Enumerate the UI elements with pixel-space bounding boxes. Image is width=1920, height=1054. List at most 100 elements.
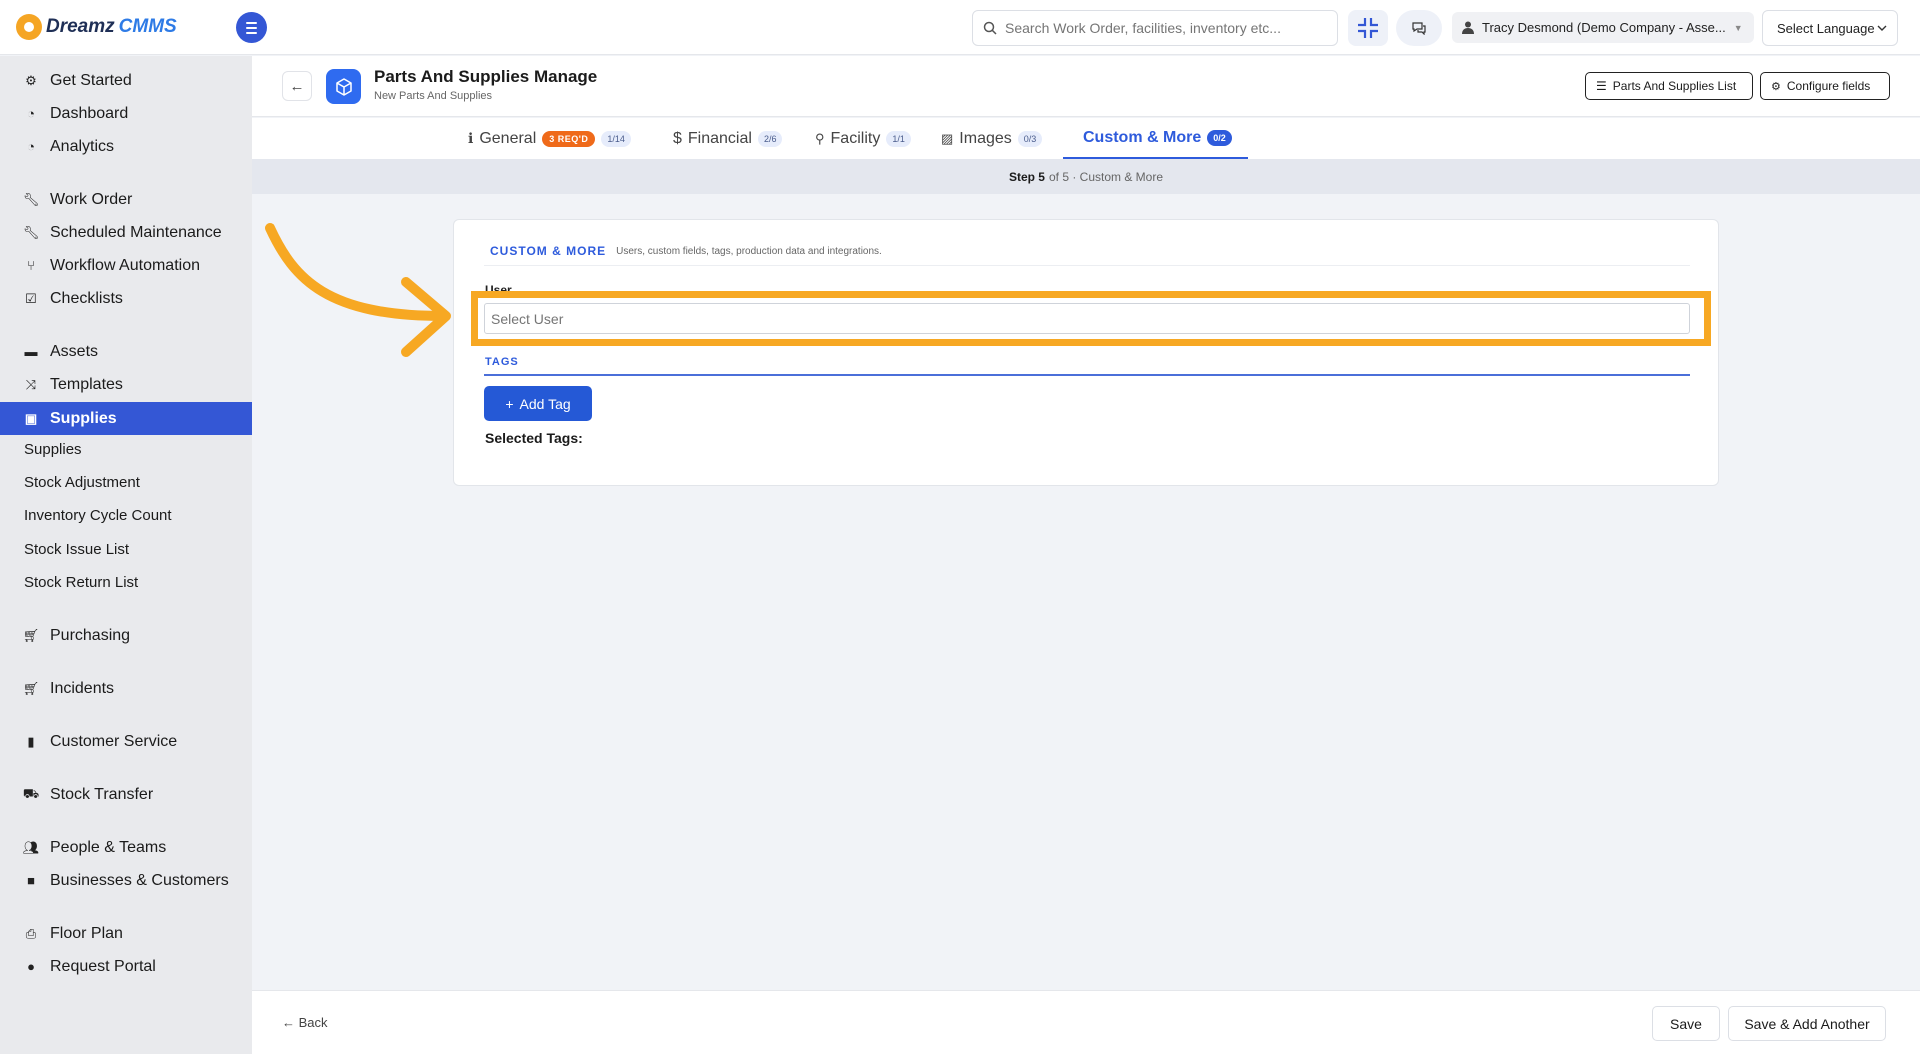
sidebar-item-customer-service[interactable]: ▮ Customer Service	[0, 725, 252, 758]
search-input[interactable]	[1005, 20, 1325, 36]
gears-icon: ⚙	[25, 72, 37, 88]
chat-icon	[1412, 22, 1426, 35]
sidebar-item-label: Workflow Automation	[50, 256, 200, 274]
sidebar-item-incidents[interactable]: 🛒︎ Incidents	[0, 672, 252, 705]
back-arrow-button[interactable]: ←	[282, 71, 312, 101]
sidebar-subitem-stock-adjustment[interactable]: Stock Adjustment	[0, 466, 252, 499]
tab-label: Financial	[687, 129, 752, 147]
sidebar-item-label: Stock Issue List	[24, 541, 130, 558]
dashboard-icon: ◔	[27, 106, 35, 121]
sidebar-item-label: People & Teams	[50, 838, 167, 856]
sidebar-item-workflow-automation[interactable]: ⑂ Workflow Automation	[0, 249, 252, 282]
tags-heading: TAGS	[485, 356, 519, 368]
sidebar-item-label: Get Started	[50, 71, 132, 89]
checkbox-icon: ☑	[25, 290, 37, 306]
sidebar-item-label: Floor Plan	[50, 924, 123, 942]
sidebar-item-get-started[interactable]: ⚙ Get Started	[0, 64, 252, 97]
tab-count-badge: 0/3	[1017, 130, 1043, 147]
sidebar-subitem-stock-return-list[interactable]: Stock Return List	[0, 566, 252, 599]
sidebar-item-label: Businesses & Customers	[50, 871, 229, 889]
chevron-down-icon	[1877, 25, 1887, 31]
configure-fields-button[interactable]: ⚙ Configure fields	[1760, 72, 1890, 100]
save-button[interactable]: Save	[1652, 1006, 1720, 1041]
sidebar-item-label: Checklists	[50, 289, 123, 307]
sidebar-item-templates[interactable]: ⤨ Templates	[0, 368, 252, 401]
tab-custom-more[interactable]: Custom & More 0/2	[1063, 118, 1248, 159]
sidebar-item-purchasing[interactable]: 🛒︎ Purchasing	[0, 619, 252, 652]
tab-general[interactable]: ℹ General 3 REQ'D 1/14	[468, 118, 631, 159]
sidebar-item-stock-transfer[interactable]: ⛟ Stock Transfer	[0, 778, 252, 811]
parts-list-button[interactable]: ☰ Parts And Supplies List	[1585, 72, 1753, 100]
back-link[interactable]: ← Back	[282, 1015, 328, 1030]
sidebar-item-label: Scheduled Maintenance	[50, 223, 222, 241]
tab-images[interactable]: ▨ Images 0/3	[941, 118, 1043, 159]
sidebar-item-label: Stock Adjustment	[24, 474, 140, 491]
sidebar-subitem-supplies[interactable]: Supplies	[0, 433, 252, 466]
sidebar-item-request-portal[interactable]: ● Request Portal	[0, 950, 252, 983]
configure-fields-label: Configure fields	[1786, 79, 1871, 93]
sidebar-item-assets[interactable]: ▬ Assets	[0, 335, 252, 368]
section-header: CUSTOM & MORE Users, custom fields, tags…	[490, 244, 882, 258]
search-icon	[983, 21, 997, 35]
logo-gear-icon	[16, 14, 42, 40]
annotation-arrow	[265, 223, 451, 357]
section-description: Users, custom fields, tags, production d…	[616, 245, 882, 257]
sidebar-item-dashboard[interactable]: ◔ Dashboard	[0, 97, 252, 130]
language-select[interactable]: Select Language	[1762, 10, 1898, 46]
tags-divider	[484, 374, 1690, 376]
selected-tags-label: Selected Tags:	[485, 430, 583, 446]
print-icon: ⎙	[25, 925, 37, 941]
sidebar-item-checklists[interactable]: ☑ Checklists	[0, 282, 252, 315]
tab-facility[interactable]: ⚲ Facility 1/1	[815, 118, 911, 159]
page-title: Parts And Supplies Manage	[374, 67, 598, 86]
menu-toggle-button[interactable]	[236, 12, 267, 43]
scan-button[interactable]	[1348, 10, 1388, 46]
settings-icon: ⚙	[1771, 80, 1781, 93]
archive-icon: ▬	[24, 344, 38, 359]
custom-more-card: CUSTOM & MORE Users, custom fields, tags…	[453, 219, 1719, 486]
shuffle-icon: ⤨	[25, 376, 37, 392]
top-bar: Dreamz CMMS Tracy Desmond (Demo Company …	[0, 0, 1920, 55]
workflow-icon: ⑂	[27, 258, 35, 273]
divider	[484, 265, 1690, 266]
image-icon: ▨	[941, 130, 954, 146]
sidebar-item-businesses-customers[interactable]: ■ Businesses & Customers	[0, 864, 252, 897]
sidebar-item-label: Templates	[50, 375, 123, 393]
tab-financial[interactable]: $ Financial 2/6	[673, 118, 783, 159]
video-icon: ■	[27, 873, 35, 888]
sidebar-item-work-order[interactable]: 🔧︎ Work Order	[0, 183, 252, 216]
section-heading: CUSTOM & MORE	[490, 244, 607, 258]
save-add-label: Save & Add Another	[1744, 1015, 1870, 1032]
brand-logo[interactable]: Dreamz CMMS	[16, 14, 177, 40]
sidebar-item-people-teams[interactable]: 👥︎ People & Teams	[0, 831, 252, 864]
sidebar-item-scheduled-maintenance[interactable]: 🔧︎ Scheduled Maintenance	[0, 216, 252, 249]
plus-icon: +	[505, 395, 514, 412]
parts-list-label: Parts And Supplies List	[1612, 79, 1737, 93]
step-number: Step 5	[1008, 169, 1045, 184]
sidebar-item-analytics[interactable]: ◔ Analytics	[0, 130, 252, 163]
analytics-icon: ◔	[27, 139, 35, 154]
wrench-icon: 🔧︎	[22, 224, 40, 240]
add-tag-button[interactable]: + Add Tag	[484, 386, 592, 421]
messages-button[interactable]	[1396, 10, 1442, 46]
tab-count-badge: 1/14	[601, 130, 631, 147]
sidebar-subitem-stock-issue-list[interactable]: Stock Issue List	[0, 533, 252, 566]
sidebar-subitem-inventory-cycle-count[interactable]: Inventory Cycle Count	[0, 499, 252, 532]
save-add-another-button[interactable]: Save & Add Another	[1728, 1006, 1886, 1041]
step-description: of 5 · Custom & More	[1048, 169, 1164, 184]
page-subtitle: New Parts And Supplies	[374, 90, 493, 102]
sidebar-item-label: Work Order	[50, 190, 133, 208]
step-tabs: ℹ General 3 REQ'D 1/14 $ Financial 2/6 ⚲…	[252, 118, 1920, 159]
user-menu[interactable]: Tracy Desmond (Demo Company - Asse... ▼	[1452, 12, 1754, 43]
dollar-icon: $	[673, 129, 682, 147]
step-indicator: Step 5 of 5 · Custom & More	[252, 159, 1920, 194]
sidebar-item-supplies[interactable]: ▣ Supplies	[0, 402, 252, 435]
sidebar-item-floor-plan[interactable]: ⎙ Floor Plan	[0, 917, 252, 950]
global-search[interactable]	[972, 10, 1338, 46]
sidebar-item-label: Stock Return List	[24, 574, 139, 591]
tab-count-badge: 0/2	[1207, 129, 1232, 146]
scan-icon	[1358, 18, 1378, 38]
sidebar-item-label: Incidents	[50, 679, 115, 697]
tab-label: Custom & More	[1083, 128, 1202, 146]
sidebar-item-label: Analytics	[50, 137, 115, 155]
